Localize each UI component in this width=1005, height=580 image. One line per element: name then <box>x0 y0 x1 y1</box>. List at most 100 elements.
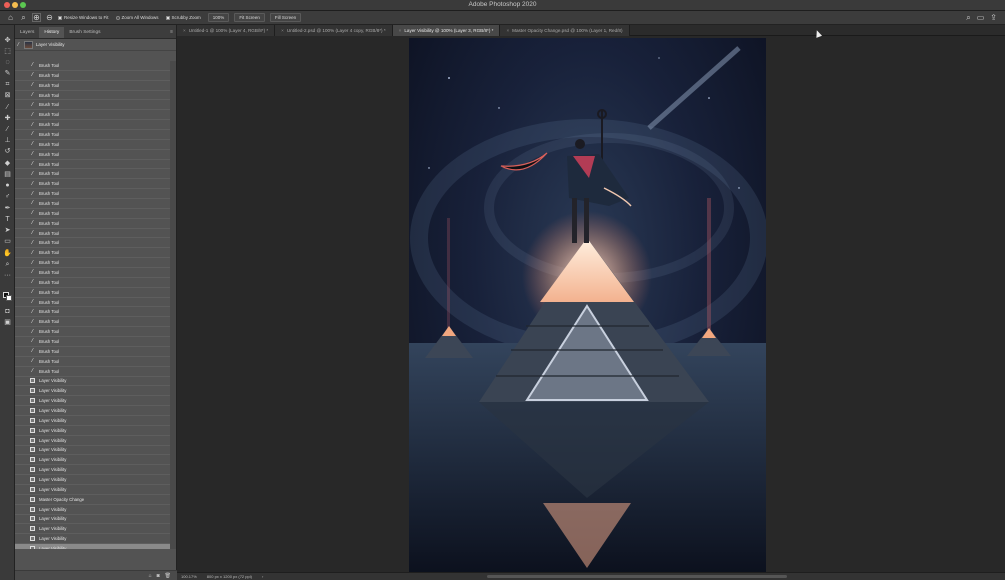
history-snapshot[interactable]: ⁄ Layer Visibility <box>15 39 176 51</box>
hand-tool-icon[interactable]: ✋ <box>3 250 12 258</box>
doc-tab-layer-visibility[interactable]: × Layer Visibility @ 100% (Layer 3, RGB/8… <box>392 25 501 36</box>
history-state-item[interactable]: ⁄ Brush Tool <box>15 179 171 190</box>
screen-mode-icon[interactable]: ▣ <box>3 319 12 327</box>
history-state-item[interactable]: Layer Visibility <box>15 426 171 436</box>
dodge-tool-icon[interactable]: ♂ <box>3 193 12 201</box>
history-state-item[interactable]: Layer Visibility <box>15 446 171 456</box>
history-state-item[interactable]: ⁄ Brush Tool <box>15 238 171 249</box>
history-state-item[interactable]: ⁄ Brush Tool <box>15 357 171 367</box>
quick-select-tool-icon[interactable]: ✎ <box>3 70 12 78</box>
marquee-tool-icon[interactable]: ⬚ <box>3 48 12 56</box>
history-state-item[interactable]: ⁄ Brush Tool <box>15 91 171 101</box>
history-state-item[interactable]: ⁄ Brush Tool <box>15 150 171 160</box>
history-state-item[interactable]: Master Opacity Change <box>15 495 171 505</box>
zoom-tool-icon[interactable]: ⌕ <box>19 13 28 22</box>
history-state-item[interactable]: ⁄ Brush Tool <box>15 61 171 71</box>
healing-brush-tool-icon[interactable]: ✚ <box>3 115 12 123</box>
history-state-item[interactable]: ⁄ Brush Tool <box>15 327 171 338</box>
eyedropper-tool-icon[interactable]: ⁄ <box>3 104 12 112</box>
history-state-item[interactable]: ⁄ Brush Tool <box>15 317 171 328</box>
doc-tab-untitled-2[interactable]: × Untitled-2.psd @ 100% (Layer 4 copy, RG… <box>275 25 393 36</box>
home-icon[interactable]: ⌂ <box>6 13 15 22</box>
history-state-item[interactable]: Layer Visibility <box>15 485 171 495</box>
resize-windows-checkbox[interactable]: Resize Windows to Fit <box>58 15 109 20</box>
clone-stamp-tool-icon[interactable]: ⊥ <box>3 137 12 145</box>
history-state-item[interactable]: Layer Visibility <box>15 377 171 387</box>
zoom-out-icon[interactable]: ⊖ <box>45 13 54 22</box>
history-state-item[interactable]: Layer Visibility <box>15 534 171 545</box>
type-tool-icon[interactable]: T <box>3 216 12 224</box>
doc-tab-master-opacity[interactable]: × Master Opacity Change.psd @ 100% (Layer… <box>500 25 630 36</box>
share-icon[interactable]: ⇪ <box>990 13 997 23</box>
workspace-icon[interactable]: ▭ <box>977 13 985 23</box>
history-state-item[interactable]: Layer Visibility <box>15 515 171 525</box>
history-state-item[interactable]: ⁄ Brush Tool <box>15 337 171 347</box>
history-state-item[interactable]: Layer Visibility <box>15 524 171 535</box>
history-state-item[interactable]: ⁄ Brush Tool <box>15 248 171 259</box>
fill-screen-button[interactable]: Fill Screen <box>269 13 302 22</box>
doc-tab-untitled-1[interactable]: × Untitled-1 @ 100% (Layer 4, RGB/8*) * <box>177 25 276 36</box>
history-state-item[interactable]: ⁄ Brush Tool <box>15 110 171 121</box>
gradient-tool-icon[interactable]: ▤ <box>3 171 12 179</box>
history-state-item[interactable]: ⁄ Brush Tool <box>15 130 171 140</box>
background-color-swatch[interactable] <box>6 295 12 301</box>
history-state-item[interactable]: ⁄ Brush Tool <box>15 268 171 278</box>
history-state-item[interactable]: ⁄ Brush Tool <box>15 140 171 150</box>
delete-state-icon[interactable]: 🗑 <box>165 573 171 579</box>
history-state-item[interactable]: Layer Visibility <box>15 475 171 485</box>
blur-tool-icon[interactable]: ● <box>3 182 12 190</box>
history-state-item[interactable]: ⁄ Brush Tool <box>15 189 171 200</box>
close-icon[interactable]: × <box>281 28 284 33</box>
history-state-item[interactable]: ⁄ Brush Tool <box>15 278 171 288</box>
history-state-item[interactable]: ⁄ Brush Tool <box>15 209 171 219</box>
close-icon[interactable]: × <box>399 28 402 33</box>
history-state-item[interactable]: ⁄ Brush Tool <box>15 71 171 81</box>
zoom-all-windows-checkbox[interactable]: Zoom All Windows <box>115 15 159 20</box>
history-state-item[interactable]: ⁄ Brush Tool <box>15 367 171 377</box>
history-state-item[interactable]: Layer Visibility <box>15 465 171 476</box>
history-state-item[interactable]: Layer Visibility <box>15 455 171 466</box>
zoom-tool-icon[interactable]: ⌕ <box>3 261 12 269</box>
history-state-item[interactable]: ⁄ Brush Tool <box>15 120 171 131</box>
history-state-item[interactable]: Layer Visibility <box>15 386 171 397</box>
create-snapshot-icon[interactable]: ◙ <box>157 573 160 579</box>
history-state-item[interactable]: ⁄ Brush Tool <box>15 81 171 91</box>
eraser-tool-icon[interactable]: ◆ <box>3 160 12 168</box>
pen-tool-icon[interactable]: ✒ <box>3 205 12 213</box>
history-state-item[interactable]: Layer Visibility <box>15 505 171 515</box>
scrubby-zoom-checkbox[interactable]: Scrubby Zoom <box>165 15 201 20</box>
rectangle-tool-icon[interactable]: ▭ <box>3 238 12 246</box>
zoom-level[interactable]: 100.17% <box>181 574 197 579</box>
history-state-item[interactable]: ⁄ Brush Tool <box>15 258 171 269</box>
panel-menu-icon[interactable]: ≡ <box>170 29 173 35</box>
history-state-item[interactable]: ⁄ Brush Tool <box>15 160 171 170</box>
path-select-tool-icon[interactable]: ➤ <box>3 227 12 235</box>
move-tool-icon[interactable]: ✥ <box>3 37 12 45</box>
history-state-item[interactable]: ⁄ Brush Tool <box>15 307 171 318</box>
zoom-in-icon[interactable]: ⊕ <box>32 13 41 22</box>
fit-screen-button[interactable]: Fit Screen <box>234 13 265 22</box>
crop-tool-icon[interactable]: ⌗ <box>3 81 12 89</box>
brush-tool-icon[interactable]: ⁄ <box>3 126 12 134</box>
history-state-item[interactable]: Layer Visibility <box>15 436 171 446</box>
history-state-item[interactable]: Layer Visibility <box>15 416 171 426</box>
tab-history[interactable]: History <box>39 27 65 38</box>
history-state-item[interactable]: ⁄ Brush Tool <box>15 169 171 180</box>
history-state-item[interactable]: ⁄ Brush Tool <box>15 298 171 308</box>
history-state-item[interactable]: Layer Visibility <box>15 396 171 407</box>
tab-brush-settings[interactable]: Brush Settings <box>64 27 105 38</box>
new-document-from-state-icon[interactable]: ⌂ <box>149 573 152 579</box>
history-state-item[interactable]: Layer Visibility <box>15 544 171 549</box>
history-state-item[interactable]: ⁄ Brush Tool <box>15 199 171 209</box>
more-tools-icon[interactable]: ··· <box>3 272 12 280</box>
history-state-item[interactable]: Layer Visibility <box>15 406 171 416</box>
lasso-tool-icon[interactable]: ◌ <box>3 59 12 67</box>
quick-mask-icon[interactable]: ◘ <box>3 308 12 316</box>
tab-layers[interactable]: Layers <box>15 27 39 38</box>
close-icon[interactable]: × <box>506 28 509 33</box>
history-scrollbar[interactable] <box>170 61 176 549</box>
history-brush-tool-icon[interactable]: ↺ <box>3 148 12 156</box>
document-canvas[interactable] <box>409 38 766 572</box>
history-state-item[interactable]: ⁄ Brush Tool <box>15 229 171 239</box>
zoom-100-button[interactable]: 100% <box>207 13 230 22</box>
